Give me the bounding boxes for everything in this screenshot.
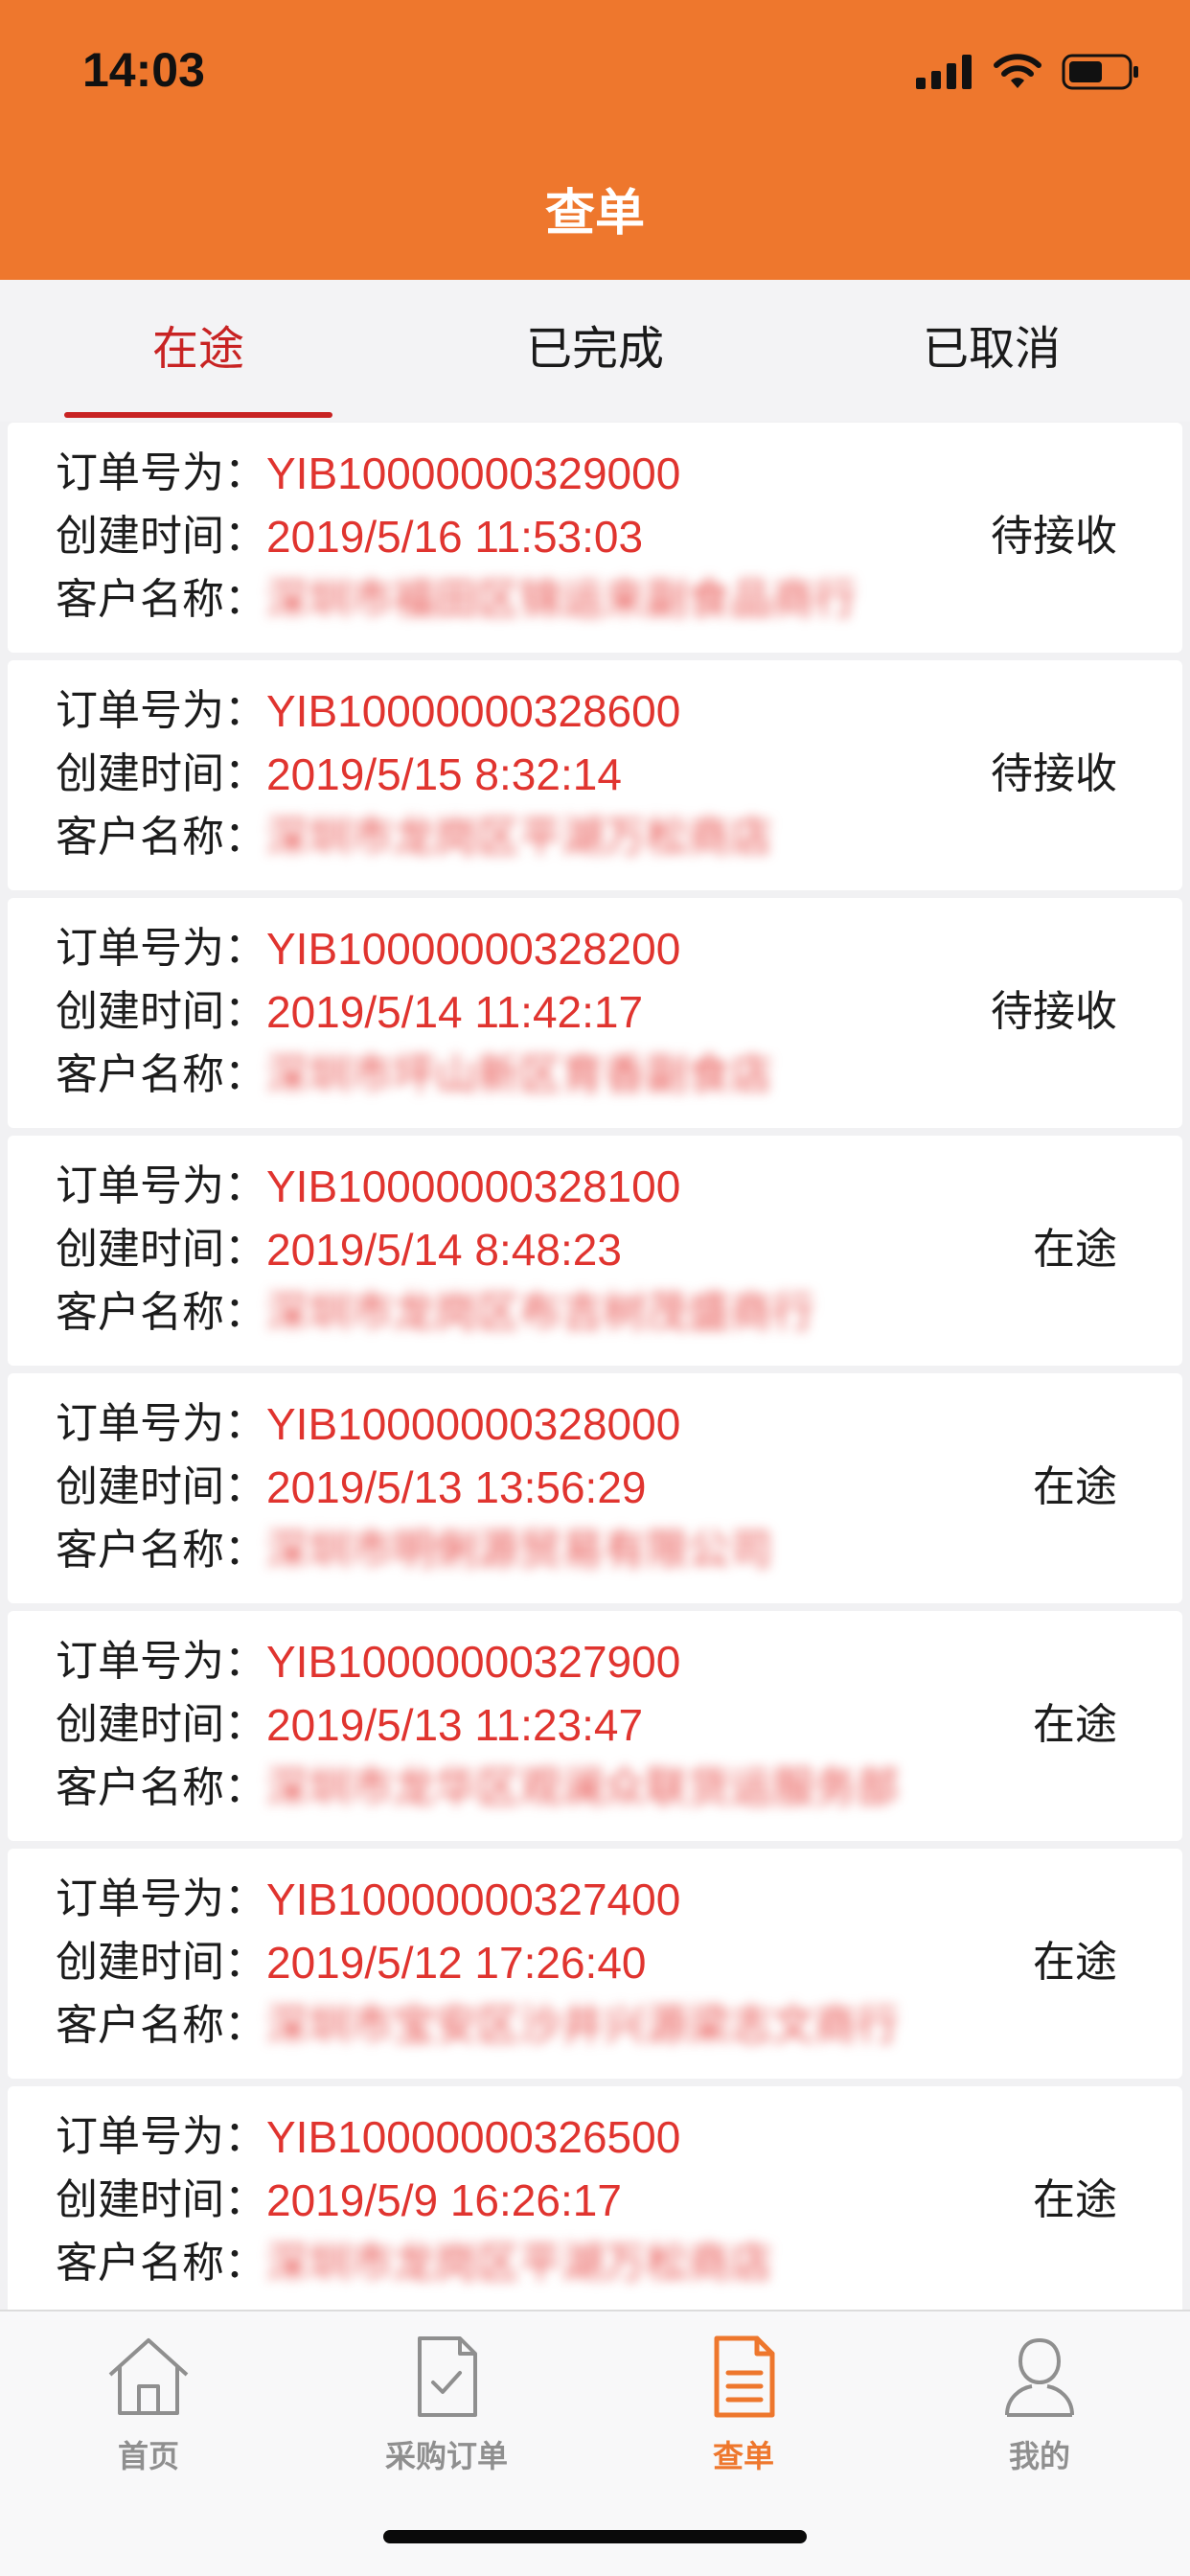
tabbar-item-profile[interactable]: 我的 (934, 2331, 1145, 2476)
created-value: 2019/5/9 16:26:17 (266, 2175, 622, 2225)
created-label: 创建时间： (56, 749, 266, 798)
tab-active-underline (64, 412, 332, 418)
created-label: 创建时间： (56, 1938, 266, 1987)
created-label: 创建时间： (56, 2175, 266, 2224)
created-label: 创建时间： (56, 1462, 266, 1511)
order-no-value: YIB10000000328600 (266, 686, 681, 736)
order-status: 待接收 (991, 512, 1117, 561)
order-card[interactable]: 订单号为： YIB10000000327900 创建时间： 2019/5/13 11… (8, 1611, 1182, 1841)
header: 14:03 查单 (0, 0, 1190, 280)
created-value: 2019/5/16 11:53:03 (266, 512, 644, 562)
signal-icon (916, 55, 972, 89)
customer-value: 深圳市坪山新区育香副食店 (266, 1050, 772, 1099)
order-no-label: 订单号为： (56, 686, 266, 735)
order-card[interactable]: 订单号为： YIB10000000329000 创建时间： 2019/5/16 11… (8, 423, 1182, 653)
tab-label: 在途 (151, 322, 244, 376)
status-icons (916, 54, 1140, 90)
user-icon (1005, 2338, 1074, 2417)
customer-value: 深圳市龙岗区平湖万松商店 (266, 2239, 772, 2288)
customer-value: 深圳市龙岗区布吉树茂盛商行 (266, 1288, 814, 1337)
order-card[interactable]: 订单号为： YIB10000000328600 创建时间： 2019/5/15 8:… (8, 660, 1182, 890)
created-value: 2019/5/15 8:32:14 (266, 749, 622, 799)
created-value: 2019/5/14 11:42:17 (266, 987, 644, 1037)
order-no-value: YIB10000000327900 (266, 1637, 681, 1687)
order-status: 在途 (1033, 1700, 1117, 1749)
order-status: 在途 (1033, 1225, 1117, 1274)
order-list: 订单号为： YIB10000000329000 创建时间： 2019/5/16 11… (8, 423, 1182, 2324)
order-no-label: 订单号为： (56, 1162, 266, 1210)
tab-completed[interactable]: 已完成 (397, 280, 793, 422)
created-label: 创建时间： (56, 987, 266, 1036)
tab-label: 已完成 (525, 322, 664, 376)
order-no-value: YIB10000000328200 (266, 924, 681, 974)
created-label: 创建时间： (56, 512, 266, 561)
customer-label: 客户名称： (56, 813, 266, 862)
tab-in-transit[interactable]: 在途 (0, 280, 397, 422)
created-value: 2019/5/13 13:56:29 (266, 1462, 647, 1512)
tabbar-label: 我的 (1008, 2438, 1070, 2474)
home-indicator (383, 2530, 807, 2543)
created-label: 创建时间： (56, 1225, 266, 1274)
battery-icon (1062, 54, 1138, 90)
tabbar-label: 首页 (117, 2438, 179, 2474)
order-no-label: 订单号为： (56, 1874, 266, 1923)
customer-label: 客户名称： (56, 1526, 266, 1575)
document-list-icon (714, 2335, 775, 2418)
order-card[interactable]: 订单号为： YIB10000000328100 创建时间： 2019/5/14 8:… (8, 1136, 1182, 1366)
order-status: 待接收 (991, 987, 1117, 1036)
tabbar-label: 查单 (712, 2438, 774, 2474)
created-value: 2019/5/14 8:48:23 (266, 1225, 622, 1275)
order-no-value: YIB10000000328000 (266, 1399, 681, 1449)
order-no-label: 订单号为： (56, 448, 266, 497)
created-value: 2019/5/13 11:23:47 (266, 1700, 644, 1750)
tab-cancelled[interactable]: 已取消 (793, 280, 1190, 422)
tabbar-item-query-orders[interactable]: 查单 (638, 2331, 849, 2476)
order-status: 在途 (1033, 1462, 1117, 1511)
document-check-icon (418, 2336, 477, 2417)
tabbar-item-purchase-orders[interactable]: 采购订单 (341, 2331, 552, 2476)
customer-label: 客户名称： (56, 1050, 266, 1099)
created-label: 创建时间： (56, 1700, 266, 1749)
customer-label: 客户名称： (56, 2001, 266, 2050)
customer-label: 客户名称： (56, 2239, 266, 2288)
created-value: 2019/5/12 17:26:40 (266, 1938, 647, 1988)
order-card[interactable]: 订单号为： YIB10000000327400 创建时间： 2019/5/12 17… (8, 1849, 1182, 2079)
customer-value: 深圳市龙岗区平湖万松商店 (266, 813, 772, 862)
customer-label: 客户名称： (56, 575, 266, 624)
customer-value: 深圳市福田区锦运来副食品商行 (266, 575, 857, 624)
order-no-value: YIB10000000329000 (266, 448, 681, 498)
page-title: 查单 (544, 185, 645, 242)
status-tabs: 在途 已完成 已取消 (0, 280, 1190, 422)
order-no-value: YIB10000000327400 (266, 1874, 681, 1924)
home-icon (108, 2338, 189, 2415)
order-card[interactable]: 订单号为： YIB10000000328000 创建时间： 2019/5/13 13… (8, 1373, 1182, 1603)
wifi-icon (994, 54, 1041, 88)
order-no-label: 订单号为： (56, 1637, 266, 1686)
order-status: 待接收 (991, 749, 1117, 798)
order-no-label: 订单号为： (56, 1399, 266, 1448)
order-no-value: YIB10000000328100 (266, 1162, 681, 1211)
status-time: 14:03 (82, 43, 205, 97)
tabbar-item-home[interactable]: 首页 (43, 2331, 254, 2476)
order-status: 在途 (1033, 1938, 1117, 1987)
customer-label: 客户名称： (56, 1763, 266, 1812)
customer-value: 深圳市明俐源贸易有限公司 (266, 1526, 772, 1575)
customer-value: 深圳市龙华区观澜众联货运服务部 (266, 1763, 899, 1812)
order-status: 在途 (1033, 2175, 1117, 2224)
order-no-label: 订单号为： (56, 2112, 266, 2161)
order-no-value: YIB10000000326500 (266, 2112, 681, 2162)
tab-label: 已取消 (922, 322, 1061, 376)
customer-value: 深圳市宝安区沙井兴源梁志文商行 (266, 2001, 899, 2050)
order-card[interactable]: 订单号为： YIB10000000328200 创建时间： 2019/5/14 11… (8, 898, 1182, 1128)
order-no-label: 订单号为： (56, 924, 266, 973)
order-card[interactable]: 订单号为： YIB10000000326500 创建时间： 2019/5/9 16:… (8, 2086, 1182, 2316)
tabbar-label: 采购订单 (384, 2438, 508, 2474)
customer-label: 客户名称： (56, 1288, 266, 1337)
